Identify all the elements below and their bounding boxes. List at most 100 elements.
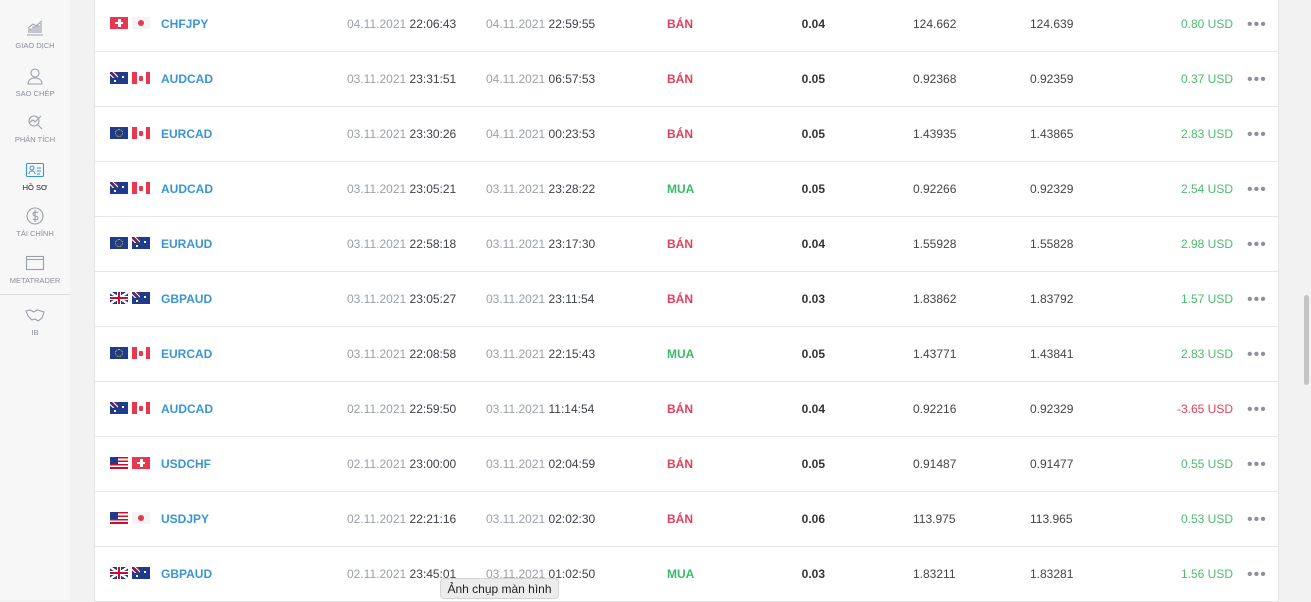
symbol[interactable]: USDJPY: [161, 492, 209, 547]
close-price: 1.43841: [1030, 347, 1074, 361]
symbol[interactable]: CHFJPY: [161, 0, 208, 52]
table-row[interactable]: EURAUD 03.11.2021 22:58:18 03.11.2021 23…: [95, 217, 1278, 272]
close-clock: 22:59:55: [548, 17, 596, 31]
close-date: 03.11.2021: [486, 237, 546, 251]
open-time: 03.11.2021 23:05:21: [347, 162, 456, 217]
open-time: 03.11.2021 22:58:18: [347, 217, 456, 272]
table-row[interactable]: USDJPY 02.11.2021 22:21:16 03.11.2021 02…: [95, 492, 1278, 547]
open-price: 1.55928: [913, 237, 957, 251]
flag-ca-icon: [132, 72, 150, 84]
symbol[interactable]: EURCAD: [161, 327, 212, 382]
open-price: 1.43771: [913, 347, 957, 361]
flag-au-icon: [110, 72, 128, 84]
trade-history-table: CHFJPY 04.11.2021 22:06:43 04.11.2021 22…: [94, 0, 1279, 602]
sidebar-item-6[interactable]: IB: [0, 305, 70, 337]
currency-flags: [110, 402, 150, 414]
handshake-icon: [25, 309, 45, 322]
table-row[interactable]: AUDCAD 03.11.2021 23:31:51 04.11.2021 06…: [95, 52, 1278, 107]
chart-growth-icon: [27, 20, 43, 36]
symbol[interactable]: GBPAUD: [161, 547, 212, 602]
volume: 0.04: [801, 237, 825, 251]
close-price: 0.92359: [1030, 72, 1074, 86]
close-time: 03.11.2021 02:02:30: [486, 492, 595, 547]
more-options-button[interactable]: •••: [1247, 52, 1267, 107]
sidebar-item-1[interactable]: SAO CHÉP: [0, 66, 70, 98]
trade-type: BÁN: [667, 292, 693, 306]
symbol[interactable]: EURAUD: [161, 217, 212, 272]
close-time: 03.11.2021 11:14:54: [486, 382, 594, 437]
close-date: 03.11.2021: [486, 347, 546, 361]
more-options-button[interactable]: •••: [1247, 162, 1267, 217]
open-price: 1.43935: [913, 127, 957, 141]
sidebar-item-3[interactable]: HỒ SƠ: [0, 160, 70, 192]
profit: 2.54 USD: [1180, 182, 1233, 196]
open-clock: 22:58:18: [409, 237, 457, 251]
trade-type: MUA: [667, 347, 695, 361]
close-clock: 23:28:22: [548, 182, 596, 196]
table-row[interactable]: AUDCAD 03.11.2021 23:05:21 03.11.2021 23…: [95, 162, 1278, 217]
table-row[interactable]: GBPAUD 03.11.2021 23:05:27 03.11.2021 23…: [95, 272, 1278, 327]
open-date: 02.11.2021: [347, 512, 407, 526]
close-date: 04.11.2021: [486, 72, 546, 86]
flag-eu-icon: [110, 347, 128, 359]
currency-flags: [110, 347, 150, 359]
table-row[interactable]: GBPAUD 02.11.2021 23:45:01 03.11.2021 01…: [95, 547, 1278, 602]
close-time: 03.11.2021 22:15:43: [486, 327, 595, 382]
volume: 0.05: [801, 182, 825, 196]
profit: 2.98 USD: [1180, 237, 1233, 251]
more-options-button[interactable]: •••: [1247, 217, 1267, 272]
scrollbar[interactable]: [1304, 295, 1309, 385]
close-clock: 02:04:59: [548, 457, 596, 471]
volume: 0.05: [801, 127, 825, 141]
more-options-button[interactable]: •••: [1247, 382, 1267, 437]
flag-eu-icon: [110, 237, 128, 249]
flag-au-icon: [132, 237, 150, 249]
currency-flags: [110, 127, 150, 139]
sidebar-item-2[interactable]: PHÂN TÍCH: [0, 112, 70, 144]
table-row[interactable]: USDCHF 02.11.2021 23:00:00 03.11.2021 02…: [95, 437, 1278, 492]
currency-flags: [110, 457, 150, 469]
open-time: 03.11.2021 23:30:26: [347, 107, 456, 162]
close-time: 03.11.2021 23:17:30: [486, 217, 595, 272]
close-time: 03.11.2021 23:11:54: [486, 272, 594, 327]
trade-type: BÁN: [667, 17, 693, 31]
more-options-button[interactable]: •••: [1247, 0, 1267, 52]
symbol[interactable]: AUDCAD: [161, 162, 213, 217]
open-time: 02.11.2021 22:59:50: [347, 382, 456, 437]
table-row[interactable]: CHFJPY 04.11.2021 22:06:43 04.11.2021 22…: [95, 0, 1278, 52]
more-options-button[interactable]: •••: [1247, 107, 1267, 162]
sidebar-item-5[interactable]: METATRADER: [0, 253, 70, 285]
profit: 0.53 USD: [1180, 512, 1233, 526]
more-options-button[interactable]: •••: [1247, 272, 1267, 327]
open-date: 03.11.2021: [347, 127, 407, 141]
symbol[interactable]: GBPAUD: [161, 272, 212, 327]
open-clock: 22:21:16: [409, 512, 457, 526]
trade-type: BÁN: [667, 402, 693, 416]
table-row[interactable]: AUDCAD 02.11.2021 22:59:50 03.11.2021 11…: [95, 382, 1278, 437]
symbol[interactable]: USDCHF: [161, 437, 211, 492]
table-row[interactable]: EURCAD 03.11.2021 22:08:58 03.11.2021 22…: [95, 327, 1278, 382]
volume: 0.05: [801, 457, 825, 471]
symbol[interactable]: AUDCAD: [161, 52, 213, 107]
close-price: 1.43865: [1030, 127, 1074, 141]
trade-type: BÁN: [667, 512, 693, 526]
more-options-button[interactable]: •••: [1247, 437, 1267, 492]
sidebar-item-label: SAO CHÉP: [15, 89, 55, 98]
open-price: 1.83862: [913, 292, 957, 306]
symbol[interactable]: EURCAD: [161, 107, 212, 162]
more-options-button[interactable]: •••: [1247, 327, 1267, 382]
more-options-button[interactable]: •••: [1247, 547, 1267, 602]
open-clock: 22:06:43: [409, 17, 457, 31]
close-date: 03.11.2021: [486, 182, 546, 196]
symbol[interactable]: AUDCAD: [161, 382, 213, 437]
more-options-button[interactable]: •••: [1247, 492, 1267, 547]
open-price: 0.92368: [913, 72, 957, 86]
sidebar-item-4[interactable]: TÀI CHÍNH: [0, 206, 70, 238]
profit: 0.37 USD: [1180, 72, 1233, 86]
close-price: 113.965: [1030, 512, 1073, 526]
close-time: 03.11.2021 02:04:59: [486, 437, 595, 492]
volume: 0.05: [801, 347, 825, 361]
trade-type: MUA: [667, 567, 695, 581]
sidebar-item-0[interactable]: GIAO DỊCH: [0, 18, 70, 50]
table-row[interactable]: EURCAD 03.11.2021 23:30:26 04.11.2021 00…: [95, 107, 1278, 162]
